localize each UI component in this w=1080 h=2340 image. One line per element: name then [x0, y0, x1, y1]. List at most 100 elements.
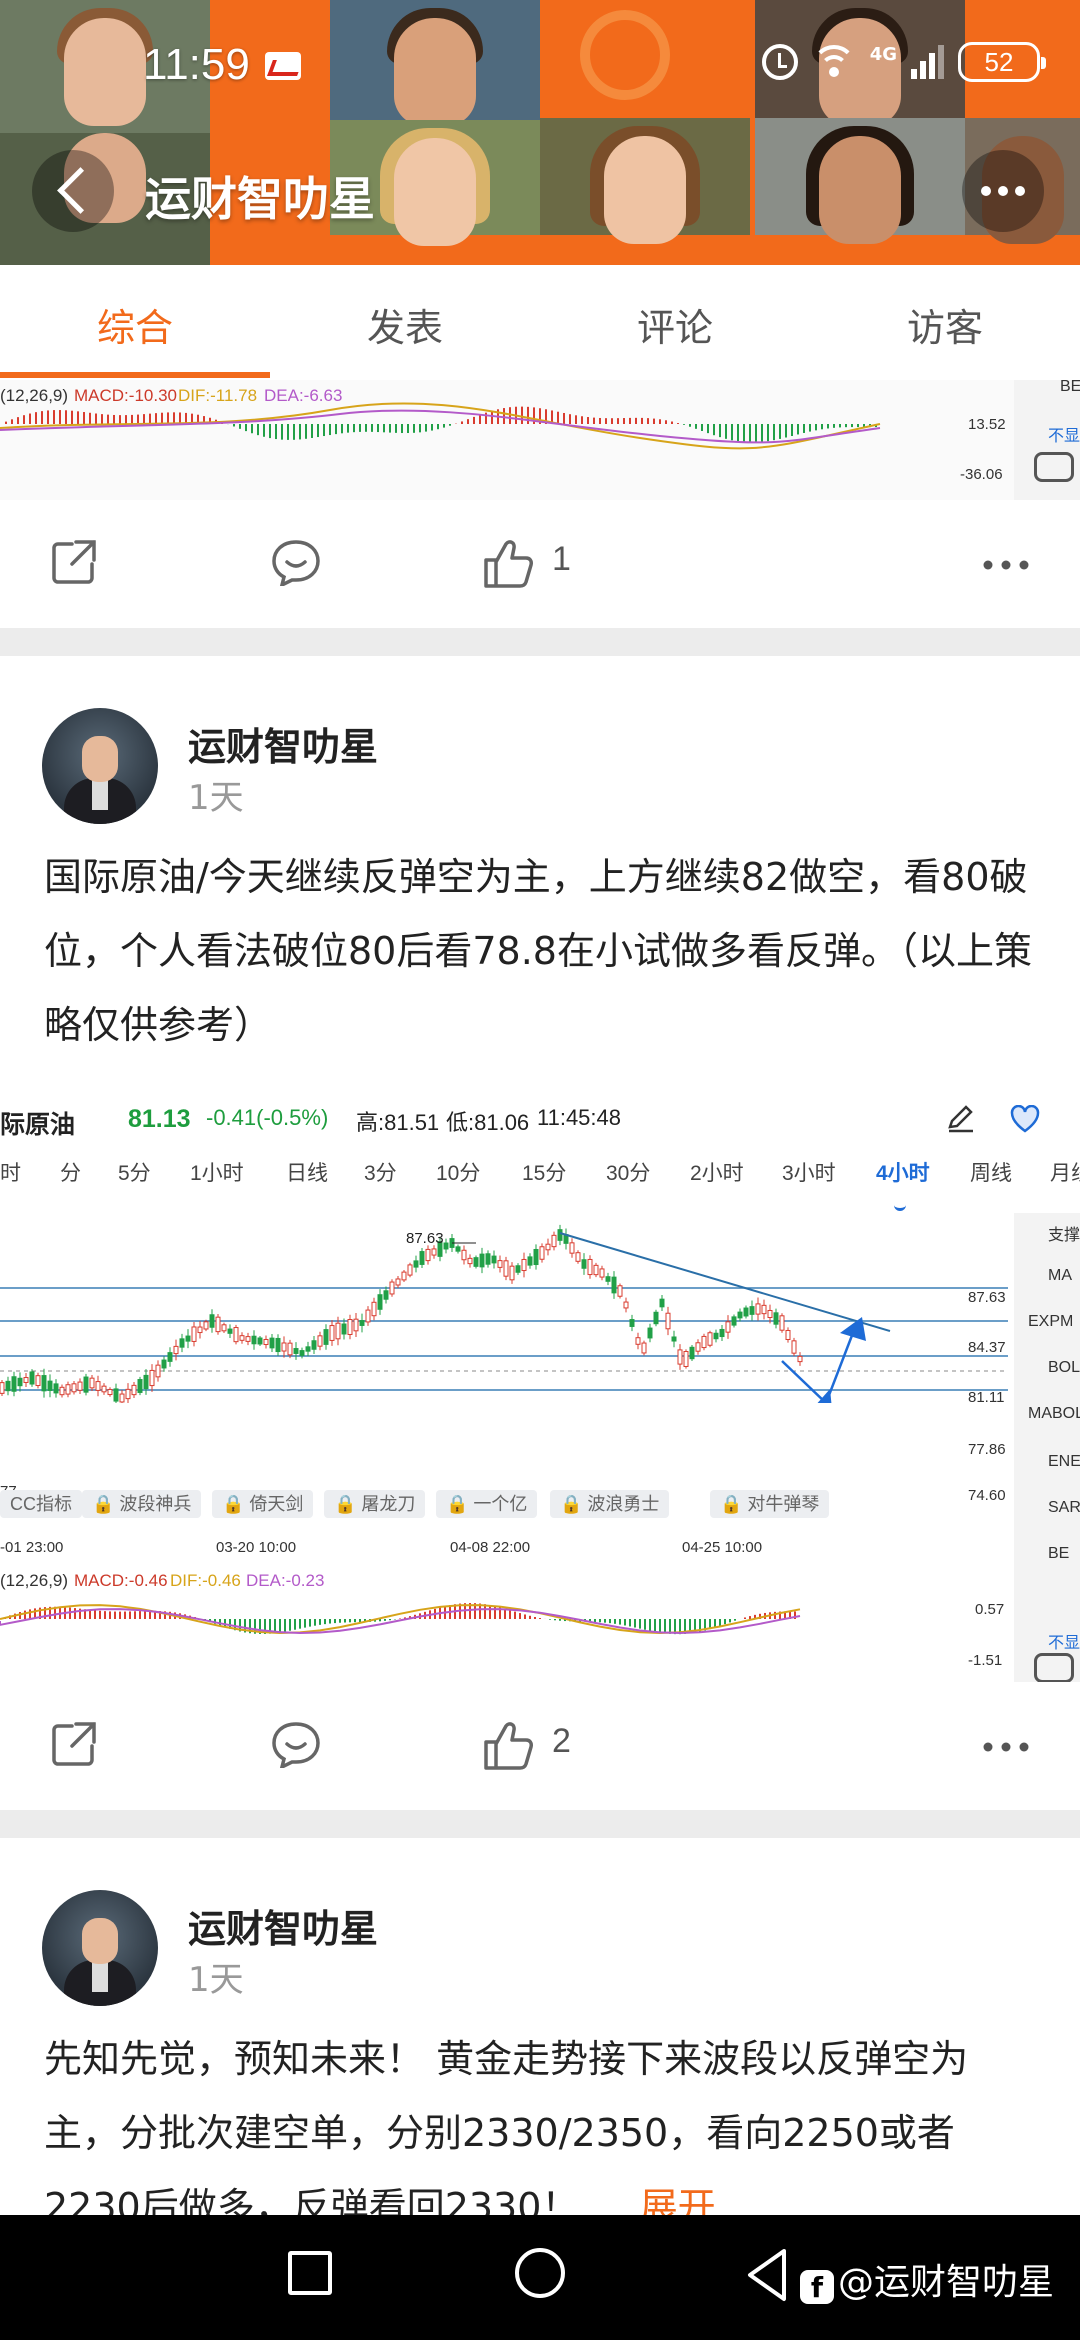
- side-label: 不显: [1048, 428, 1080, 445]
- period-4[interactable]: 日线: [286, 1157, 328, 1187]
- time-axis-label: 03-20 10:00: [216, 1539, 297, 1556]
- post-text[interactable]: 国际原油/今天继续反弹空为主，上方继续82做空，看80破位，个人看法破位80后看…: [44, 840, 1044, 1062]
- dif-value: DIF:-0.46: [170, 1571, 241, 1590]
- period-7[interactable]: 15分: [522, 1157, 566, 1187]
- price-axis-label: 84.37: [968, 1339, 1006, 1356]
- nav-back-icon[interactable]: [744, 2247, 790, 2303]
- price-axis-label: 81.11: [968, 1389, 1005, 1406]
- post1-action-bar: 1: [0, 502, 1080, 622]
- network-type: 4G: [869, 43, 897, 65]
- instrument-name: 际原油: [0, 1111, 76, 1139]
- macd-value: MACD:-0.46: [74, 1571, 168, 1590]
- post3: 运财智叻星 1天 先知先觉，预知未来！ 黄金走势接下来波段以反弹空为主，分批次建…: [0, 1838, 1080, 2229]
- period-2[interactable]: 5分: [118, 1157, 151, 1187]
- more-icon[interactable]: [982, 560, 1030, 570]
- period-11[interactable]: 4小时: [876, 1157, 930, 1187]
- post-text[interactable]: 先知先觉，预知未来！ 黄金走势接下来波段以反弹空为主，分批次建空单，分别2330…: [44, 2022, 1044, 2244]
- avatar[interactable]: [42, 1890, 158, 2006]
- like-icon[interactable]: [482, 538, 534, 588]
- period-12[interactable]: 周线: [970, 1157, 1012, 1187]
- tab-comments[interactable]: 评论: [540, 265, 810, 380]
- share-icon[interactable]: [50, 538, 98, 586]
- page-title: 运财智叻星: [145, 172, 375, 226]
- indicator-pill[interactable]: 🔒 波段神兵: [82, 1490, 202, 1518]
- indicator-pill[interactable]: 🔒 倚天剑: [212, 1490, 314, 1518]
- macd-histogram: [0, 1603, 801, 1635]
- period-5[interactable]: 3分: [364, 1157, 397, 1187]
- indicator-pill[interactable]: CC指标: [0, 1490, 82, 1518]
- tab-bar: 综合 发表 评论 访客: [0, 265, 1080, 380]
- share-icon[interactable]: [50, 1720, 98, 1768]
- price-change: -0.41(-0.5%): [206, 1105, 329, 1130]
- macd-axis-bottom: -1.51: [968, 1652, 1003, 1669]
- macd-histogram: [0, 402, 881, 450]
- banner-photo: [755, 118, 965, 244]
- chart-side-panel: BE 不显: [1014, 380, 1080, 500]
- more-options-button[interactable]: [962, 150, 1044, 232]
- post2-action-bar: 2: [0, 1684, 1080, 1804]
- tab-posts[interactable]: 发表: [270, 265, 540, 380]
- low-price: 低:81.06: [446, 1110, 530, 1135]
- side-label: 不显: [1048, 1635, 1080, 1652]
- tab-overview[interactable]: 综合: [0, 265, 270, 380]
- period-0[interactable]: 时: [0, 1157, 21, 1187]
- period-13[interactable]: 月线: [1050, 1157, 1080, 1187]
- author-name[interactable]: 运财智叻星: [188, 1898, 378, 1953]
- signal-icon: [911, 45, 944, 79]
- author-name[interactable]: 运财智叻星: [188, 716, 378, 771]
- back-button[interactable]: [32, 150, 114, 232]
- recent-apps-button[interactable]: [288, 2251, 332, 2295]
- time-axis-label: 04-25 10:00: [682, 1539, 763, 1556]
- last-price: 81.13: [128, 1105, 191, 1133]
- post2-chart-image[interactable]: 际原油 81.13 -0.41(-0.5%) 高:81.51 低:81.06 1…: [0, 1077, 1080, 1682]
- period-1[interactable]: 分: [60, 1157, 81, 1187]
- chart-toggle-icon: [1034, 1653, 1074, 1682]
- indicator-pill[interactable]: 🔒 对牛弹琴: [710, 1490, 830, 1518]
- like-icon[interactable]: [482, 1720, 534, 1770]
- period-8[interactable]: 30分: [606, 1157, 650, 1187]
- side-label: SAR: [1048, 1499, 1080, 1516]
- header-banner: 11:59 4G 52 运财智叻星: [0, 0, 1080, 265]
- period-6[interactable]: 10分: [436, 1157, 480, 1187]
- section-divider: [0, 1810, 1080, 1838]
- watermark-text: @运财智叻星: [838, 2262, 1055, 2303]
- home-button[interactable]: [515, 2248, 565, 2298]
- macd-params: (12,26,9): [0, 1571, 69, 1590]
- tab-visitors[interactable]: 访客: [810, 265, 1080, 380]
- app-root: 11:59 4G 52 运财智叻星 综合 发表 评论 访客 (12,26,9) …: [0, 0, 1080, 2340]
- more-icon[interactable]: [982, 1742, 1030, 1752]
- watermark: f @运财智叻星: [800, 2253, 1054, 2305]
- side-label: BE: [1048, 1545, 1070, 1562]
- status-bar: 11:59 4G 52: [0, 0, 1080, 120]
- comment-icon[interactable]: [270, 538, 322, 586]
- heart-icon: [1010, 1105, 1040, 1133]
- indicator-pill[interactable]: 🔒 波浪勇士: [550, 1490, 670, 1518]
- alarm-icon: [761, 44, 798, 80]
- side-label: BOL: [1048, 1359, 1080, 1376]
- price-axis-label: 87.63: [968, 1289, 1006, 1306]
- axis-bottom-label: -36.06: [960, 466, 1003, 483]
- chart-toggle-icon: [1034, 452, 1074, 482]
- period-10[interactable]: 3小时: [782, 1157, 836, 1187]
- quote-time: 11:45:48: [537, 1105, 622, 1130]
- active-tab-indicator: [0, 372, 270, 378]
- section-divider: [0, 628, 1080, 656]
- quote-bar: 际原油 81.13 -0.41(-0.5%) 高:81.51 低:81.06 1…: [0, 1077, 1080, 1157]
- wifi-icon: [811, 45, 856, 79]
- comment-icon[interactable]: [270, 1720, 322, 1768]
- side-label: MA: [1048, 1267, 1072, 1284]
- avatar[interactable]: [42, 708, 158, 824]
- candlestick-chart: [0, 1224, 1008, 1403]
- indicator-pill[interactable]: 🔒 屠龙刀: [324, 1490, 426, 1518]
- indicator-pill[interactable]: 🔒 一个亿: [436, 1490, 538, 1518]
- post-text-body: 先知先觉，预知未来！ 黄金走势接下来波段以反弹空为主，分批次建空单，分别2330…: [44, 2037, 969, 2229]
- post1-chart-image[interactable]: (12,26,9) MACD:-10.30 DIF:-11.78 DEA:-6.…: [0, 380, 1080, 500]
- price-axis-label: 74.60: [968, 1487, 1006, 1504]
- stock-app-icon: [265, 52, 301, 80]
- side-label: 支撑区: [1048, 1227, 1080, 1244]
- period-9[interactable]: 2小时: [690, 1157, 744, 1187]
- period-3[interactable]: 1小时: [190, 1157, 244, 1187]
- high-price: 高:81.51: [356, 1110, 440, 1135]
- banner-photo: [540, 118, 750, 244]
- time-axis-label: -01 23:00: [0, 1539, 64, 1556]
